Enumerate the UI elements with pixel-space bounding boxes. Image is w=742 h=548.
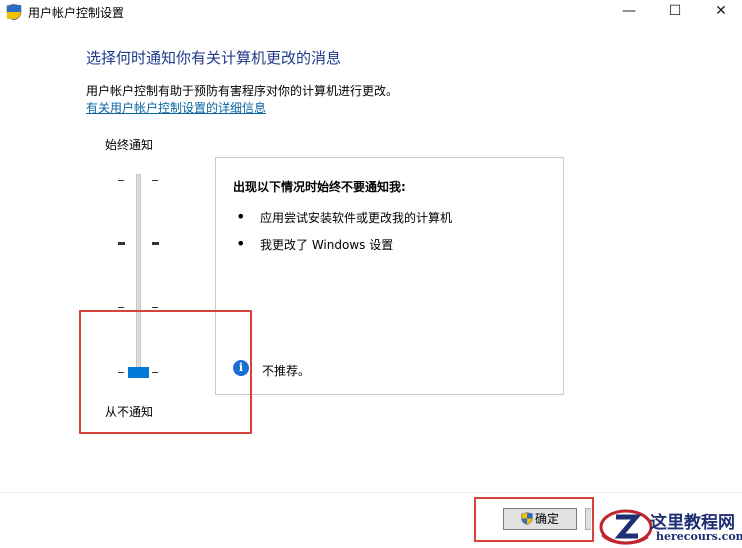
slider-tick [152,242,159,245]
slider-highlight-box [79,310,252,434]
slider-tick [152,180,158,181]
uac-shield-icon [6,3,22,21]
slider-tick [118,180,124,181]
bullet-icon: • [236,234,246,253]
site-logo-icon [599,509,652,545]
title-bar[interactable]: 用户帐户控制设置 — ☐ ✕ [0,0,742,24]
footer-divider [0,492,742,493]
slider-tick [118,242,125,245]
site-watermark: 这里教程网 herecours.com [596,503,742,548]
window-title: 用户帐户控制设置 [28,6,125,20]
list-item: 我更改了 Windows 设置 [260,238,394,252]
close-button[interactable]: ✕ [698,0,742,24]
more-info-link[interactable]: 有关用户帐户控制设置的详细信息 [86,99,266,116]
watermark-url: herecours.com [656,530,742,543]
maximize-button[interactable]: ☐ [652,0,698,24]
slider-tick [118,307,124,308]
description-text: 用户帐户控制有助于预防有害程序对你的计算机进行更改。 [86,84,399,98]
slider-tick [152,307,158,308]
ok-highlight-box [474,497,594,542]
minimize-button[interactable]: — [606,0,652,24]
slider-top-label: 始终通知 [105,138,154,152]
page-title: 选择何时通知你有关计算机更改的消息 [86,49,342,67]
bullet-icon: • [236,207,246,226]
list-item: 应用尝试安装软件或更改我的计算机 [260,211,453,225]
panel-title: 出现以下情况时始终不要通知我: [233,180,406,194]
recommendation-text: 不推荐。 [262,364,311,378]
